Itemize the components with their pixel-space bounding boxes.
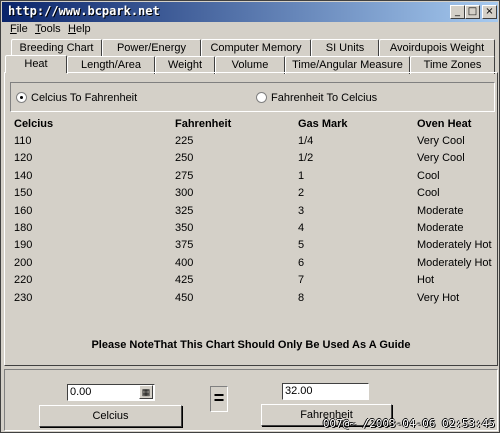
- gas-mark-cell: 1/4: [298, 135, 314, 147]
- equals-sign: =: [210, 386, 228, 412]
- tab-computer-memory[interactable]: Computer Memory: [201, 39, 311, 57]
- minimize-button[interactable]: _: [450, 5, 465, 19]
- gas-mark-cell: 1/2: [298, 152, 314, 165]
- fahrenheit-cell: 300: [175, 187, 194, 200]
- celcius-button[interactable]: Celcius: [39, 405, 182, 427]
- conversion-direction-group: Celcius To Fahrenheit Fahrenheit To Celc…: [10, 82, 495, 112]
- oven-heat-cell: Hot: [417, 274, 435, 287]
- oven-heat-cell: Moderately Hot: [417, 256, 492, 269]
- celcius-cell: 190: [14, 239, 33, 252]
- fahrenheit-to-celcius-radio[interactable]: [256, 92, 267, 103]
- window-title: http://www.bcpark.net: [8, 4, 160, 18]
- celcius-cell: 110: [14, 135, 32, 147]
- celcius-cell: 120: [14, 152, 33, 165]
- gas-mark-cell: 4: [298, 222, 305, 234]
- fahrenheit-cell: 250: [175, 152, 194, 165]
- fahrenheit-cell: 350: [175, 222, 194, 234]
- celcius-to-fahrenheit-label[interactable]: Celcius To Fahrenheit: [31, 92, 137, 104]
- celcius-cell: 160: [14, 204, 33, 217]
- oven-heat-cell: Very Cool: [417, 152, 465, 165]
- gas-mark-cell: 6: [298, 256, 305, 269]
- calculator-icon[interactable]: ▦: [139, 385, 153, 399]
- header-celcius: Celcius: [14, 118, 54, 130]
- header-fahrenheit: Fahrenheit: [175, 118, 232, 130]
- close-button[interactable]: ×: [482, 5, 497, 19]
- fahrenheit-cell: 400: [175, 256, 194, 269]
- fahrenheit-cell: 225: [175, 135, 194, 147]
- gas-mark-cell: 1: [298, 169, 305, 182]
- menu-bar: File Tools Help: [2, 22, 498, 38]
- fahrenheit-cell: 450: [175, 291, 194, 304]
- main-window: http://www.bcpark.net _ □ × File Tools H…: [0, 0, 500, 433]
- oven-heat-cell: Cool: [417, 169, 440, 182]
- fahrenheit-cell: 325: [175, 204, 194, 217]
- fahrenheit-value-output[interactable]: 32.00: [282, 383, 369, 400]
- heat-tab-panel: [4, 72, 498, 366]
- oven-heat-cell: Cool: [417, 187, 440, 200]
- celcius-cell: 150: [14, 187, 33, 200]
- menu-help[interactable]: Help: [68, 23, 91, 35]
- header-oven-heat: Oven Heat: [417, 118, 472, 130]
- celcius-cell: 220: [14, 274, 33, 287]
- fahrenheit-cell: 275: [175, 169, 194, 182]
- gas-mark-cell: 7: [298, 274, 305, 287]
- celcius-cell: 180: [14, 222, 33, 234]
- guide-note: Please NoteThat This Chart Should Only B…: [91, 339, 411, 351]
- celcius-cell: 140: [14, 169, 33, 182]
- oven-heat-cell: Very Hot: [417, 291, 460, 304]
- gas-mark-cell: 3: [298, 204, 305, 217]
- title-bar[interactable]: http://www.bcpark.net _ □ ×: [2, 2, 498, 22]
- fahrenheit-to-celcius-label[interactable]: Fahrenheit To Celcius: [271, 92, 377, 104]
- menu-file[interactable]: File: [10, 23, 28, 35]
- fahrenheit-cell: 425: [175, 274, 194, 287]
- tab-power-energy[interactable]: Power/Energy: [102, 39, 201, 57]
- watermark-text: 007@~ /2003-04-06 02:53:45: [322, 417, 495, 430]
- tab-avoirdupois-weight[interactable]: Avoirdupois Weight: [379, 39, 495, 57]
- celcius-cell: 230: [14, 291, 33, 304]
- oven-heat-cell: Moderately Hot: [417, 239, 492, 252]
- celcius-to-fahrenheit-radio[interactable]: [16, 92, 27, 103]
- gas-mark-cell: 2: [298, 187, 305, 200]
- tab-heat[interactable]: Heat: [5, 55, 67, 73]
- gas-mark-cell: 8: [298, 291, 305, 304]
- fahrenheit-cell: 375: [175, 239, 194, 252]
- oven-heat-cell: Moderate: [417, 222, 464, 234]
- celcius-cell: 200: [14, 256, 33, 269]
- oven-heat-cell: Moderate: [417, 204, 464, 217]
- header-gas-mark: Gas Mark: [298, 118, 348, 130]
- oven-heat-cell: Very Cool: [417, 135, 465, 147]
- menu-tools[interactable]: Tools: [35, 23, 61, 35]
- gas-mark-cell: 5: [298, 239, 305, 252]
- maximize-button[interactable]: □: [465, 5, 480, 19]
- tab-si-units[interactable]: SI Units: [311, 39, 379, 57]
